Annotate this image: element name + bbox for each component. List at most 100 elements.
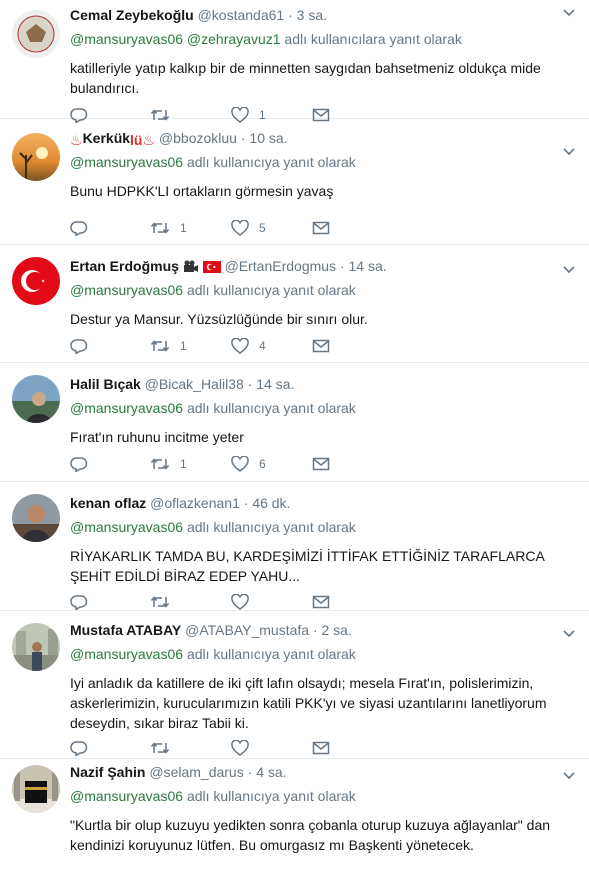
chevron-down-icon[interactable] bbox=[563, 769, 575, 783]
reply-suffix: adlı kullanıcılara yanıt olarak bbox=[284, 31, 462, 47]
user-handle[interactable]: @bbozokluu bbox=[159, 130, 237, 146]
retweet-button[interactable] bbox=[150, 592, 180, 612]
separator-dot: · bbox=[312, 622, 318, 638]
tweet[interactable]: Mustafa ATABAY @ATABAY_mustafa · 2 sa. @… bbox=[0, 611, 589, 759]
reply-context: @mansuryavas06 adlı kullanıcıya yanıt ol… bbox=[70, 645, 579, 663]
tweet-text: RİYAKARLIK TAMDA BU, KARDEŞİMİZİ İTTİFAK… bbox=[70, 548, 545, 584]
tweet[interactable]: Nazif Şahin @selam_darus · 4 sa. @mansur… bbox=[0, 759, 589, 882]
display-name[interactable]: Mustafa ATABAY bbox=[70, 622, 181, 638]
hot-springs-icon: ♨ bbox=[70, 132, 83, 147]
reply-button[interactable] bbox=[70, 454, 98, 474]
avatar[interactable] bbox=[12, 623, 60, 671]
chevron-down-icon[interactable] bbox=[563, 145, 575, 159]
retweet-icon bbox=[150, 222, 170, 234]
reply-context: @mansuryavas06 adlı kullanıcıya yanıt ol… bbox=[70, 518, 579, 536]
tweet-text: katilleriyle yatıp kalkıp bir de minnett… bbox=[70, 60, 541, 96]
tweet[interactable]: Cemal Zeybekoğlu @kostanda61 · 3 sa. @ma… bbox=[0, 0, 589, 123]
movie-camera-icon bbox=[183, 259, 199, 275]
like-button[interactable] bbox=[231, 738, 259, 758]
display-name[interactable]: Cemal Zeybekoğlu bbox=[70, 7, 194, 23]
like-count: 4 bbox=[259, 339, 266, 353]
chevron-down-icon[interactable] bbox=[563, 627, 575, 641]
retweet-count: 1 bbox=[180, 221, 187, 235]
display-name[interactable]: ♨Kerküklü♨ bbox=[70, 130, 155, 147]
reply-context: @mansuryavas06 @zehrayavuz1 adlı kullanı… bbox=[70, 30, 579, 48]
display-name[interactable]: kenan oflaz bbox=[70, 495, 146, 511]
chevron-down-icon[interactable] bbox=[563, 263, 575, 277]
tweet[interactable]: kenan oflaz @oflazkenan1 · 46 dk. @mansu… bbox=[0, 482, 589, 611]
timestamp[interactable]: 3 sa. bbox=[297, 7, 327, 23]
reply-button[interactable] bbox=[70, 336, 98, 356]
display-name[interactable]: Nazif Şahin bbox=[70, 764, 145, 780]
retweet-button[interactable] bbox=[150, 738, 180, 758]
dm-button[interactable] bbox=[312, 592, 330, 612]
chevron-down-icon[interactable] bbox=[563, 6, 575, 20]
reply-button[interactable] bbox=[70, 738, 98, 758]
retweet-icon bbox=[150, 340, 170, 352]
display-name[interactable]: Ertan Erdoğmuş bbox=[70, 258, 179, 274]
reply-mention[interactable]: @mansuryavas06 bbox=[70, 400, 183, 416]
like-button[interactable]: 6 bbox=[231, 454, 266, 474]
heart-icon bbox=[231, 740, 249, 756]
like-button[interactable]: 4 bbox=[231, 336, 266, 356]
timestamp[interactable]: 2 sa. bbox=[322, 622, 352, 638]
heart-icon bbox=[231, 456, 249, 472]
reply-mention[interactable]: @mansuryavas06 bbox=[70, 519, 183, 535]
user-handle[interactable]: @ATABAY_mustafa bbox=[185, 622, 309, 638]
reply-mention[interactable]: @mansuryavas06 bbox=[70, 282, 183, 298]
timestamp[interactable]: 46 dk. bbox=[252, 495, 290, 511]
heart-icon bbox=[231, 338, 249, 354]
reply-icon bbox=[70, 221, 88, 236]
reply-suffix: adlı kullanıcıya yanıt olarak bbox=[186, 646, 356, 662]
user-handle[interactable]: @kostanda61 bbox=[198, 7, 285, 23]
user-handle[interactable]: @Bicak_Halil38 bbox=[145, 376, 244, 392]
user-handle[interactable]: @oflazkenan1 bbox=[150, 495, 240, 511]
user-handle[interactable]: @ErtanErdogmus bbox=[225, 258, 336, 274]
display-name[interactable]: Halil Bıçak bbox=[70, 376, 141, 392]
avatar[interactable] bbox=[12, 257, 60, 305]
reply-mention[interactable]: @mansuryavas06 bbox=[70, 154, 183, 170]
dm-button[interactable] bbox=[312, 336, 330, 356]
avatar[interactable] bbox=[12, 133, 60, 181]
reply-icon bbox=[70, 457, 88, 472]
avatar[interactable] bbox=[12, 375, 60, 423]
retweet-icon bbox=[150, 458, 170, 470]
dm-button[interactable] bbox=[312, 218, 330, 238]
reply-mention[interactable]: @mansuryavas06 bbox=[70, 788, 183, 804]
envelope-icon bbox=[312, 595, 330, 609]
reply-icon bbox=[70, 339, 88, 354]
reply-mention[interactable]: @mansuryavas06 @zehrayavuz1 bbox=[70, 31, 281, 47]
reply-button[interactable] bbox=[70, 592, 98, 612]
retweet-count: 1 bbox=[180, 339, 187, 353]
tweet[interactable]: ♨Kerküklü♨ @bbozokluu · 10 sa. @mansurya… bbox=[0, 119, 589, 245]
dm-button[interactable] bbox=[312, 454, 330, 474]
timestamp[interactable]: 14 sa. bbox=[349, 258, 387, 274]
tweet[interactable]: Ertan Erdoğmuş @ErtanErdogmus · 14 sa. @… bbox=[0, 245, 589, 363]
dm-button[interactable] bbox=[312, 738, 330, 758]
envelope-icon bbox=[312, 221, 330, 235]
avatar[interactable] bbox=[12, 494, 60, 542]
retweet-button[interactable]: 1 bbox=[150, 218, 187, 238]
user-handle[interactable]: @selam_darus bbox=[149, 764, 243, 780]
timestamp[interactable]: 10 sa. bbox=[249, 130, 287, 146]
tweet[interactable]: Halil Bıçak @Bicak_Halil38 · 14 sa. @man… bbox=[0, 363, 589, 482]
like-button[interactable] bbox=[231, 592, 259, 612]
like-button[interactable]: 5 bbox=[231, 218, 266, 238]
reply-icon bbox=[70, 595, 88, 610]
retweet-button[interactable]: 1 bbox=[150, 336, 187, 356]
retweet-button[interactable]: 1 bbox=[150, 454, 187, 474]
like-count: 6 bbox=[259, 457, 266, 471]
reply-button[interactable] bbox=[70, 218, 98, 238]
reply-mention[interactable]: @mansuryavas06 bbox=[70, 646, 183, 662]
retweet-count: 1 bbox=[180, 457, 187, 471]
separator-dot: · bbox=[240, 130, 246, 146]
heart-icon bbox=[231, 220, 249, 236]
turkey-flag-icon bbox=[202, 259, 221, 275]
like-count: 5 bbox=[259, 221, 266, 235]
timestamp[interactable]: 14 sa. bbox=[256, 376, 294, 392]
envelope-icon bbox=[312, 741, 330, 755]
separator-dot: · bbox=[339, 258, 345, 274]
timestamp[interactable]: 4 sa. bbox=[256, 764, 286, 780]
avatar[interactable] bbox=[12, 765, 60, 813]
avatar[interactable] bbox=[12, 10, 60, 58]
